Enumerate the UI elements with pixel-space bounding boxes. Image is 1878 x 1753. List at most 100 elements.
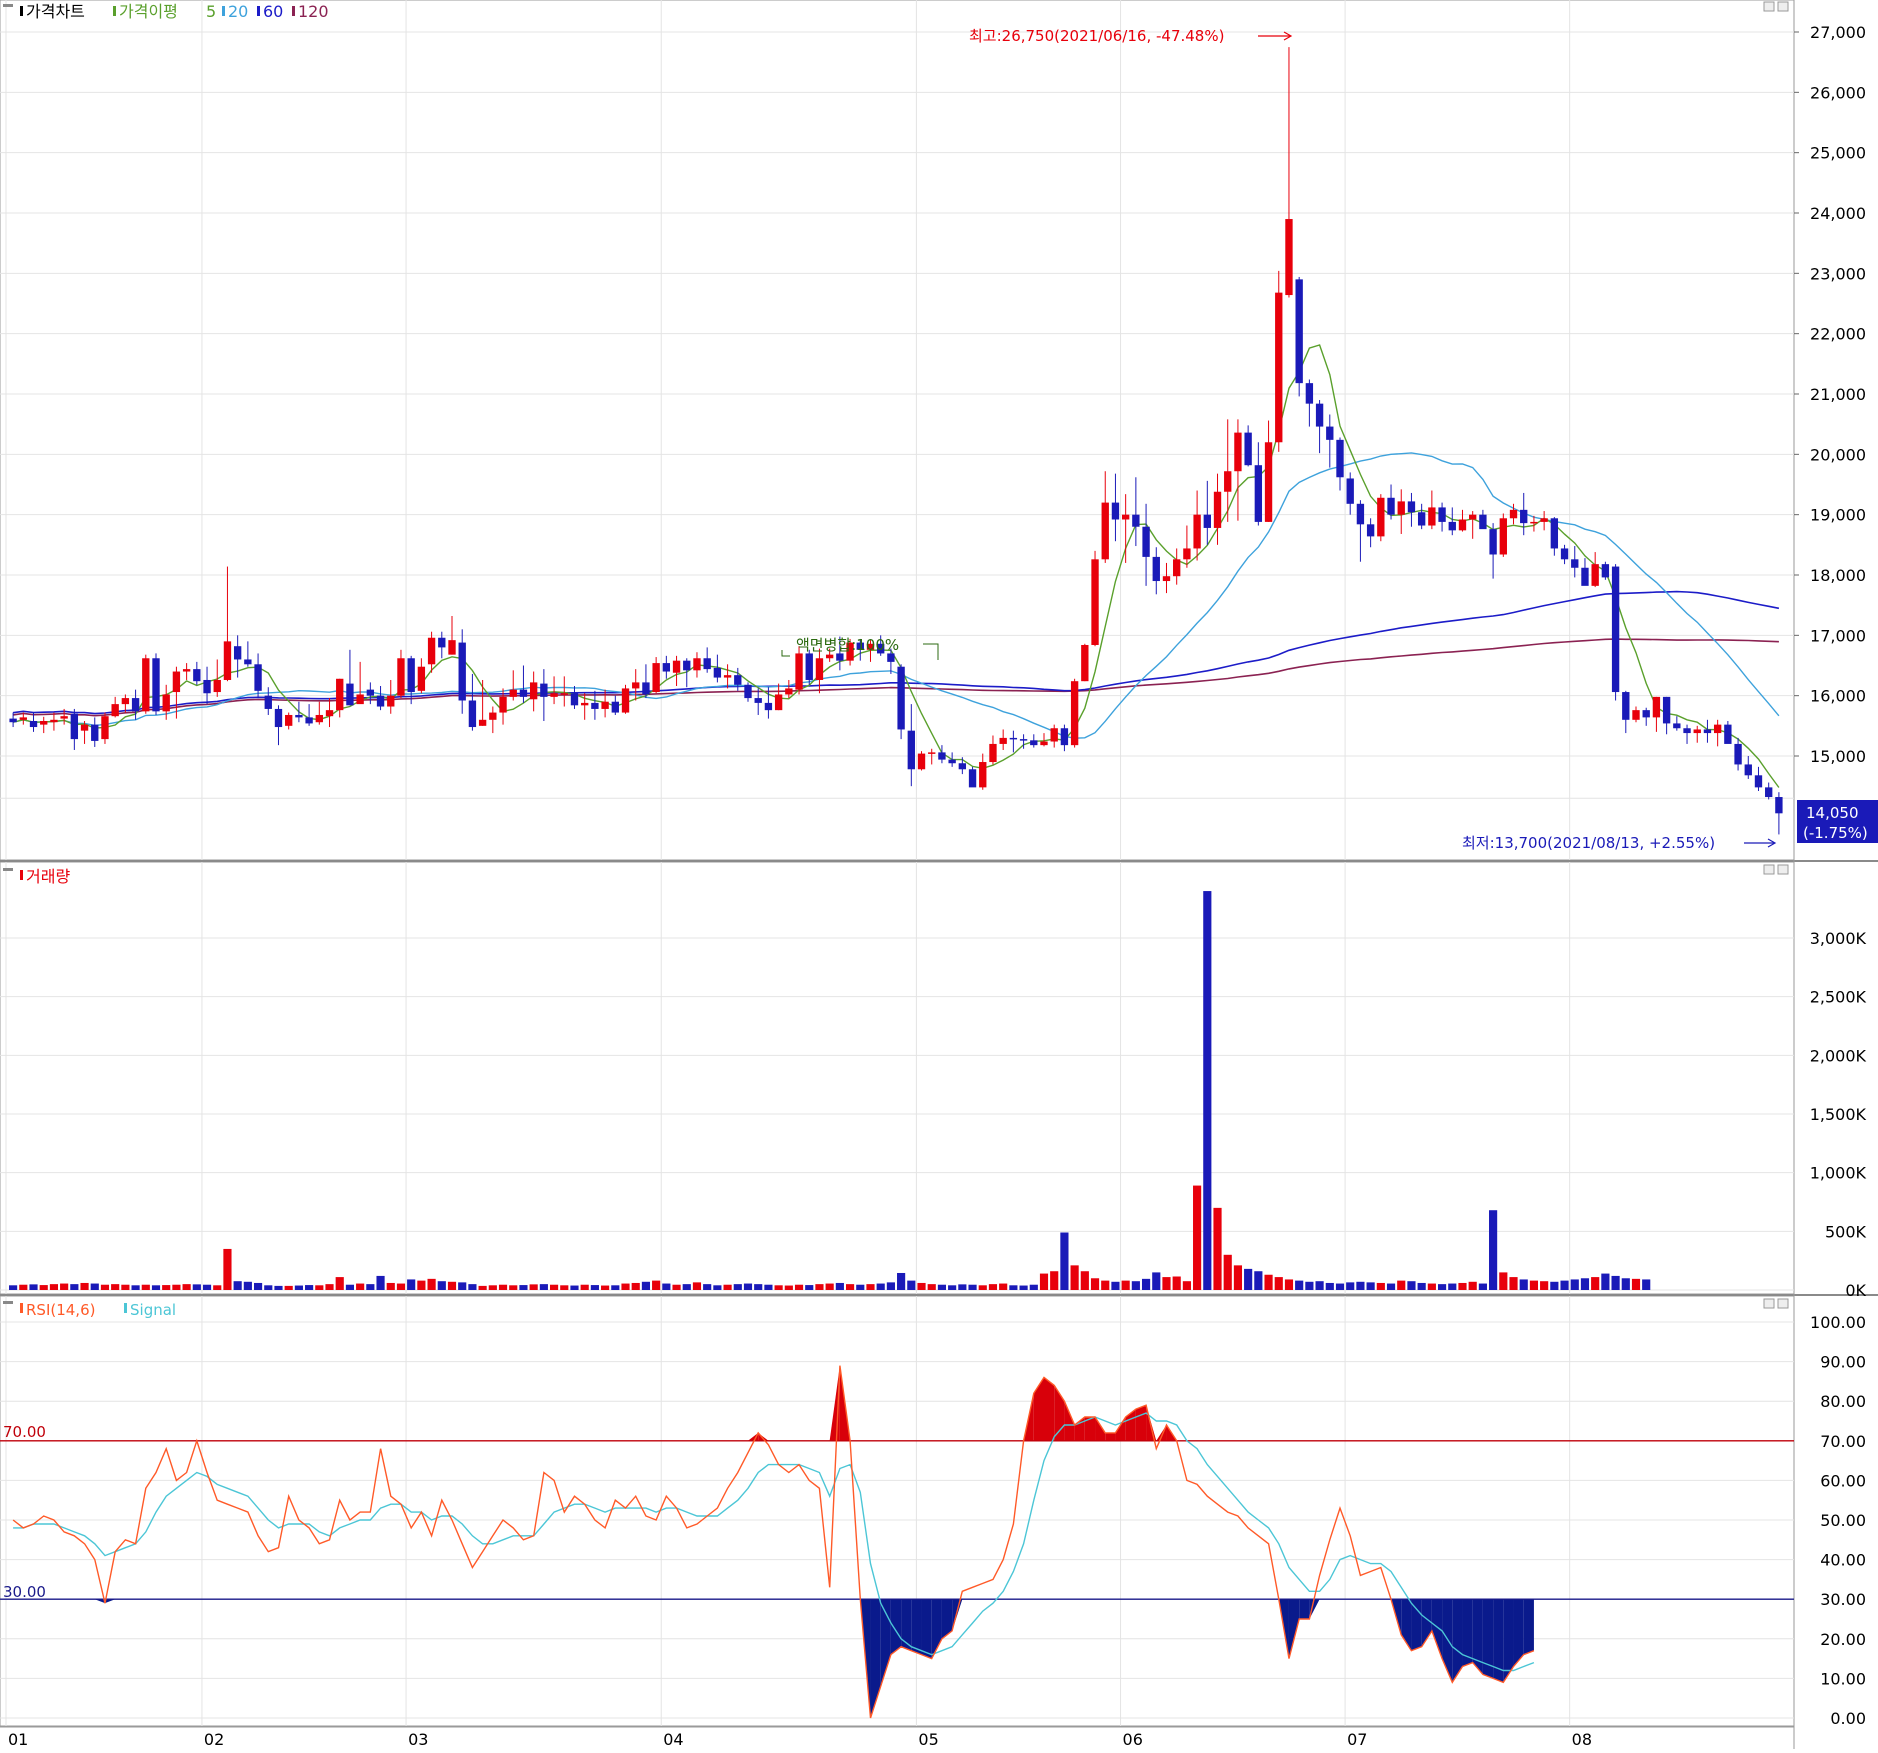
- volume-bar: [1039, 1273, 1049, 1290]
- rsi-minimize-button[interactable]: [1763, 1298, 1775, 1309]
- volume-bar: [1519, 1279, 1528, 1290]
- price-y-tick-label: 23,000: [1810, 264, 1866, 283]
- volume-bar: [1499, 1272, 1508, 1290]
- volume-bar: [611, 1285, 620, 1290]
- volume-bar: [1386, 1283, 1396, 1290]
- rsi-oversold-fill: [911, 1599, 922, 1655]
- volume-bar: [213, 1285, 222, 1290]
- rsi-oversold-fill: [1472, 1599, 1483, 1675]
- volume-y-tick-label: 2,500K: [1810, 988, 1867, 1007]
- volume-bar: [172, 1284, 181, 1290]
- split-annotation: 액면병합:100%: [796, 636, 899, 654]
- volume-bar: [1417, 1282, 1426, 1290]
- volume-bar: [305, 1285, 314, 1290]
- volume-bar: [223, 1248, 232, 1290]
- volume-bar: [1131, 1281, 1140, 1290]
- volume-bar: [458, 1282, 467, 1290]
- volume-bar: [1162, 1277, 1171, 1290]
- volume-bar: [1642, 1279, 1651, 1290]
- volume-bar: [131, 1285, 140, 1290]
- x-axis-tick-label: 02: [204, 1730, 224, 1749]
- volume-bar: [1050, 1271, 1059, 1290]
- volume-bar: [488, 1285, 497, 1290]
- price-close-button[interactable]: [1777, 1, 1789, 12]
- volume-bar: [100, 1284, 110, 1290]
- candle: [1377, 494, 1385, 542]
- volume-bar: [1101, 1280, 1110, 1290]
- rsi-y-tick-label: 40.00: [1820, 1551, 1866, 1570]
- volume-bar: [999, 1283, 1008, 1290]
- volume-bar: [1570, 1279, 1579, 1290]
- volume-bar: [631, 1282, 640, 1290]
- volume-bar: [396, 1283, 406, 1290]
- high-annotation: 최고:26,750(2021/06/16, -47.48%): [969, 27, 1224, 45]
- volume-bar: [590, 1285, 599, 1290]
- volume-bar: [784, 1285, 793, 1290]
- volume-bar: [1325, 1282, 1334, 1290]
- volume-bar: [927, 1284, 936, 1290]
- rsi-y-tick-label: 20.00: [1820, 1630, 1866, 1649]
- rsi-legend-title: RSI(14,6): [26, 1301, 95, 1319]
- volume-minimize-button[interactable]: [1763, 864, 1775, 875]
- volume-bar: [794, 1284, 804, 1290]
- rsi-y-tick-label: 0.00: [1830, 1709, 1866, 1728]
- volume-bar: [754, 1284, 763, 1290]
- price-y-tick-label: 16,000: [1810, 687, 1866, 706]
- volume-bar: [376, 1275, 385, 1290]
- volume-bar: [1621, 1278, 1630, 1290]
- volume-bar: [1356, 1281, 1365, 1290]
- volume-bar: [1366, 1282, 1375, 1290]
- panel-frames: [0, 0, 1878, 1749]
- volume-bar: [39, 1285, 48, 1290]
- volume-bar: [90, 1283, 99, 1290]
- chart-canvas: 01 02 03 04 05 06 07 08 27,000 26,000 25,000 24,000…: [0, 0, 1878, 1749]
- price-y-tick-label: 26,000: [1810, 83, 1866, 102]
- volume-bar: [49, 1284, 59, 1290]
- candle: [917, 751, 926, 771]
- volume-bar: [1060, 1232, 1069, 1290]
- x-axis-tick-label: 04: [663, 1730, 683, 1749]
- x-axis-tick-label: 01: [8, 1730, 28, 1749]
- volume-bar: [1254, 1271, 1263, 1290]
- volume-bar: [1244, 1268, 1253, 1290]
- price-y-tick-label: 25,000: [1810, 144, 1866, 163]
- rsi-70-label: 70.00: [3, 1423, 46, 1441]
- ma60-legend: 60: [263, 2, 283, 21]
- price-legend: 가격차트 가격이평 5 20 60 120: [3, 2, 329, 21]
- volume-bar: [662, 1283, 671, 1290]
- volume-bar: [151, 1285, 161, 1290]
- volume-bar: [437, 1281, 446, 1290]
- volume-bar: [264, 1285, 273, 1290]
- volume-bar: [1305, 1281, 1314, 1290]
- volume-bar: [948, 1285, 957, 1290]
- rsi-close-button[interactable]: [1777, 1298, 1789, 1309]
- last-change: (-1.75%): [1803, 824, 1868, 842]
- price-minimize-button[interactable]: [1763, 1, 1775, 12]
- volume-bar: [294, 1285, 303, 1290]
- volume-bar: [1121, 1280, 1130, 1290]
- candle: [897, 664, 905, 740]
- x-axis-tick-label: 08: [1572, 1730, 1592, 1749]
- volume-bar: [897, 1272, 906, 1290]
- volume-bar: [80, 1282, 89, 1290]
- volume-close-button[interactable]: [1777, 864, 1789, 875]
- volume-bar: [743, 1283, 753, 1290]
- volume-bar: [835, 1282, 844, 1290]
- volume-bar: [815, 1284, 824, 1290]
- volume-bar: [1448, 1283, 1457, 1290]
- x-axis-tick-label: 06: [1123, 1730, 1143, 1749]
- volume-bar: [366, 1284, 375, 1290]
- low-annotation: 최저:13,700(2021/08/13, +2.55%): [1462, 834, 1715, 852]
- signal-legend-title: Signal: [130, 1301, 176, 1319]
- volume-bar: [29, 1284, 38, 1290]
- rsi-overbought-fill: [1105, 1432, 1116, 1441]
- volume-bar: [1152, 1272, 1161, 1290]
- volume-bar: [468, 1284, 477, 1290]
- volume-bar: [1601, 1273, 1610, 1290]
- x-axis-tick-label: 03: [408, 1730, 428, 1749]
- rsi-y-tick-label: 60.00: [1820, 1471, 1866, 1490]
- volume-bar: [1397, 1280, 1406, 1290]
- rsi-y-tick-label: 30.00: [1820, 1590, 1866, 1609]
- volume-bar: [386, 1282, 395, 1290]
- volume-bar: [60, 1283, 69, 1290]
